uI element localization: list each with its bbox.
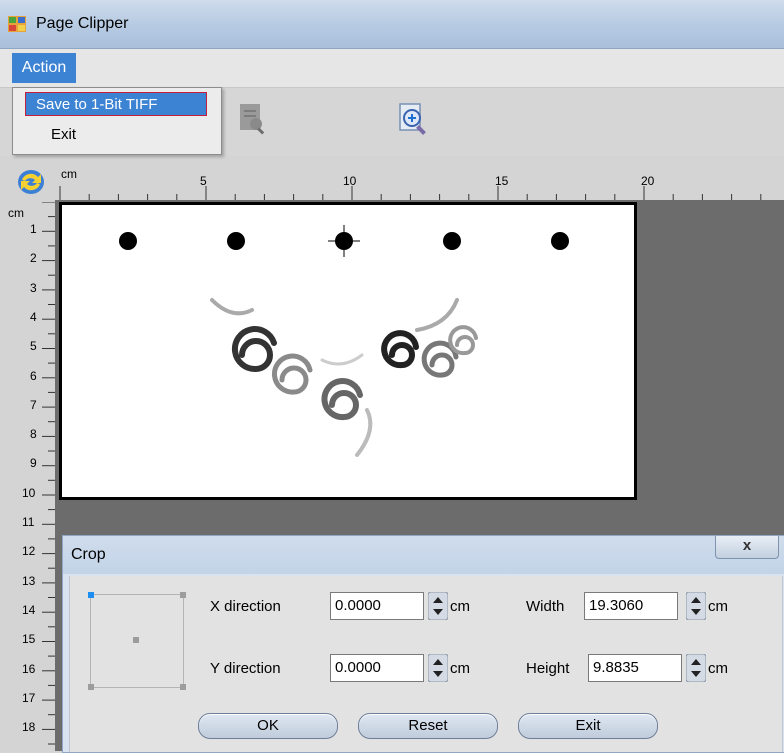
width-spinner[interactable]	[686, 592, 706, 620]
ruler-unit: cm	[8, 206, 24, 220]
y-direction-spinner[interactable]	[428, 654, 448, 682]
action-dropdown-menu: Save to 1-Bit TIFF Exit	[12, 87, 222, 155]
crop-handle[interactable]	[88, 592, 94, 598]
dialog-body: X direction 0.0000 cm Width 19.3060 cm Y…	[69, 576, 783, 752]
y-direction-label: Y direction	[210, 660, 281, 677]
ok-button[interactable]: OK	[198, 713, 338, 739]
ruler-left-label: 10	[22, 485, 36, 500]
width-input[interactable]: 19.3060	[584, 592, 678, 620]
ruler-left-label: 3	[30, 280, 37, 295]
app-icon	[8, 16, 26, 32]
y-direction-input[interactable]: 0.0000	[330, 654, 424, 682]
crosshair-icon	[328, 225, 360, 257]
page-artwork	[119, 225, 569, 457]
ruler-left: cm 1 2 3 4 5 6 7 8 9 10 11 12 13 14 15 16 17 18	[0, 202, 55, 751]
x-direction-unit: cm	[450, 598, 470, 615]
dialog-title: Crop	[71, 546, 106, 563]
ruler-left-label: 7	[30, 397, 37, 412]
height-input[interactable]: 9.8835	[588, 654, 682, 682]
window-title: Page Clipper	[36, 15, 129, 32]
height-unit: cm	[708, 660, 728, 677]
x-direction-label: X direction	[210, 598, 281, 615]
ruler-left-label: 8	[30, 427, 37, 442]
ruler-top-label: 5	[200, 174, 207, 188]
crop-handle[interactable]	[88, 684, 94, 690]
ruler-top: cm 5 10 15 20	[55, 164, 784, 202]
crop-dialog: Crop x X direction 0.0000 cm Width 19.30…	[62, 535, 784, 753]
ruler-left-label: 6	[30, 368, 37, 383]
crop-preview-box[interactable]	[88, 592, 186, 690]
reset-button[interactable]: Reset	[358, 713, 498, 739]
ruler-left-label: 16	[22, 661, 36, 676]
dialog-title-bar[interactable]: Crop x	[63, 536, 784, 574]
ruler-top-label: 20	[641, 174, 655, 188]
ruler-left-label: 5	[30, 339, 37, 354]
width-unit: cm	[708, 598, 728, 615]
ruler-left-label: 2	[30, 251, 37, 266]
ruler-left-label: 1	[30, 222, 37, 236]
ruler-left-label: 17	[22, 690, 36, 705]
x-direction-input[interactable]: 0.0000	[330, 592, 424, 620]
zoom-in-icon[interactable]	[398, 102, 432, 138]
ruler-top-label: 10	[343, 174, 357, 188]
close-button[interactable]: x	[715, 536, 779, 559]
ruler-left-label: 9	[30, 456, 37, 471]
ruler-left-label: 15	[22, 632, 36, 647]
menu-item-save-tiff[interactable]: Save to 1-Bit TIFF	[25, 92, 207, 116]
exit-button[interactable]: Exit	[518, 713, 658, 739]
page-preview[interactable]	[59, 202, 637, 500]
crop-handle[interactable]	[180, 684, 186, 690]
ruler-left-label: 4	[30, 309, 37, 324]
crop-center-handle[interactable]	[133, 637, 139, 643]
ruler-top-label: 15	[495, 174, 509, 188]
close-icon: x	[742, 537, 752, 554]
menu-bar: Action	[0, 49, 784, 88]
title-bar: Page Clipper	[0, 0, 784, 49]
ruler-left-label: 18	[22, 720, 36, 735]
ruler-left-label: 12	[22, 544, 36, 559]
refresh-icon[interactable]	[16, 168, 46, 196]
height-label: Height	[526, 660, 570, 677]
menu-action[interactable]: Action	[12, 53, 76, 83]
ruler-left-label: 14	[22, 602, 36, 617]
x-direction-spinner[interactable]	[428, 592, 448, 620]
height-spinner[interactable]	[686, 654, 706, 682]
width-label: Width	[526, 598, 565, 615]
ruler-unit: cm	[61, 167, 77, 181]
y-direction-unit: cm	[450, 660, 470, 677]
menu-item-exit[interactable]: Exit	[51, 126, 76, 143]
document-icon[interactable]	[238, 102, 268, 136]
crop-handle[interactable]	[180, 592, 186, 598]
ruler-left-label: 11	[22, 515, 35, 529]
ruler-left-label: 13	[22, 573, 36, 588]
